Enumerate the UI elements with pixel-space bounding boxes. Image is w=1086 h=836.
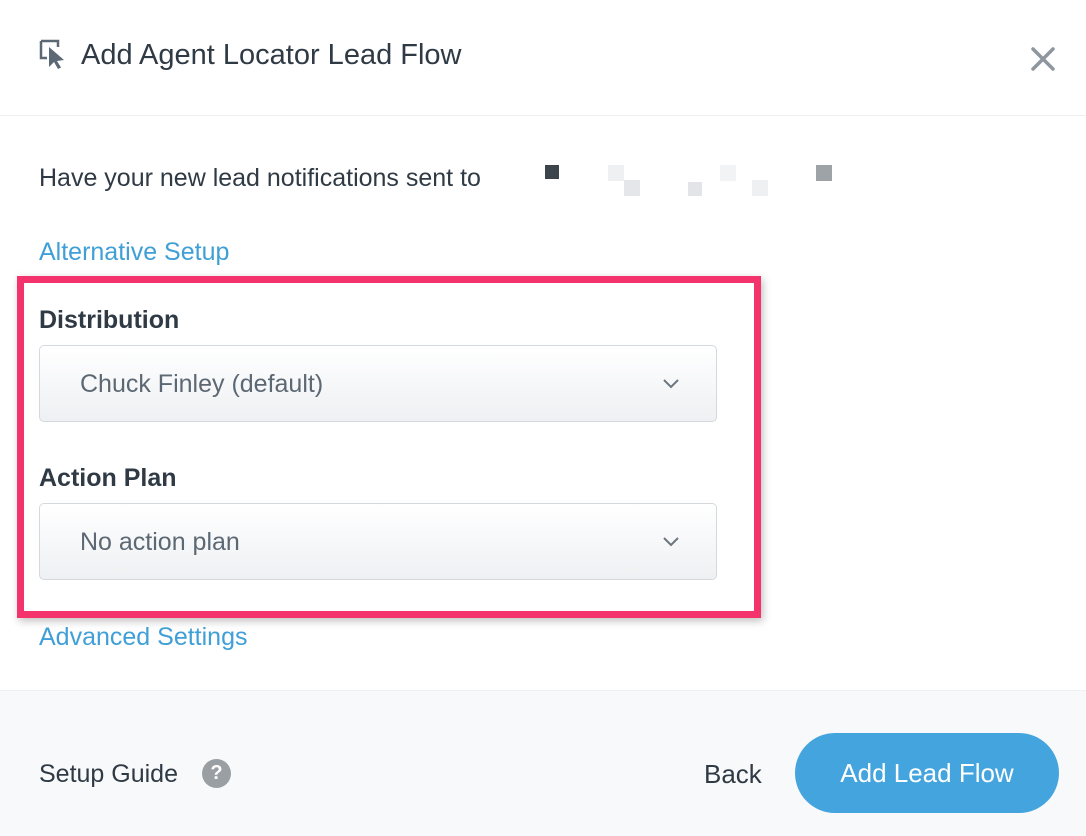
- action-plan-select[interactable]: No action plan: [39, 503, 717, 580]
- redacted-recipient: [540, 160, 860, 200]
- chevron-down-icon: [663, 379, 679, 389]
- modal-title: Add Agent Locator Lead Flow: [81, 39, 462, 71]
- modal-footer: Setup Guide ? Back Add Lead Flow: [0, 690, 1086, 836]
- distribution-selected-value: Chuck Finley (default): [80, 370, 324, 398]
- close-icon[interactable]: [1026, 42, 1060, 76]
- notification-recipient-text: Have your new lead notifications sent to: [39, 164, 481, 192]
- action-plan-label: Action Plan: [39, 464, 177, 492]
- distribution-select[interactable]: Chuck Finley (default): [39, 345, 717, 422]
- setup-guide-link[interactable]: Setup Guide: [39, 756, 178, 792]
- advanced-settings-link[interactable]: Advanced Settings: [39, 620, 247, 654]
- alternative-setup-link[interactable]: Alternative Setup: [39, 235, 229, 269]
- distribution-label: Distribution: [39, 306, 180, 334]
- add-lead-flow-button[interactable]: Add Lead Flow: [795, 733, 1059, 813]
- add-lead-flow-modal: Add Agent Locator Lead Flow Have your ne…: [0, 0, 1086, 836]
- cursor-click-icon: [39, 39, 64, 69]
- help-icon[interactable]: ?: [202, 759, 231, 788]
- modal-header: Add Agent Locator Lead Flow: [0, 0, 1086, 116]
- action-plan-selected-value: No action plan: [80, 528, 240, 556]
- back-button[interactable]: Back: [704, 756, 762, 792]
- chevron-down-icon: [663, 537, 679, 547]
